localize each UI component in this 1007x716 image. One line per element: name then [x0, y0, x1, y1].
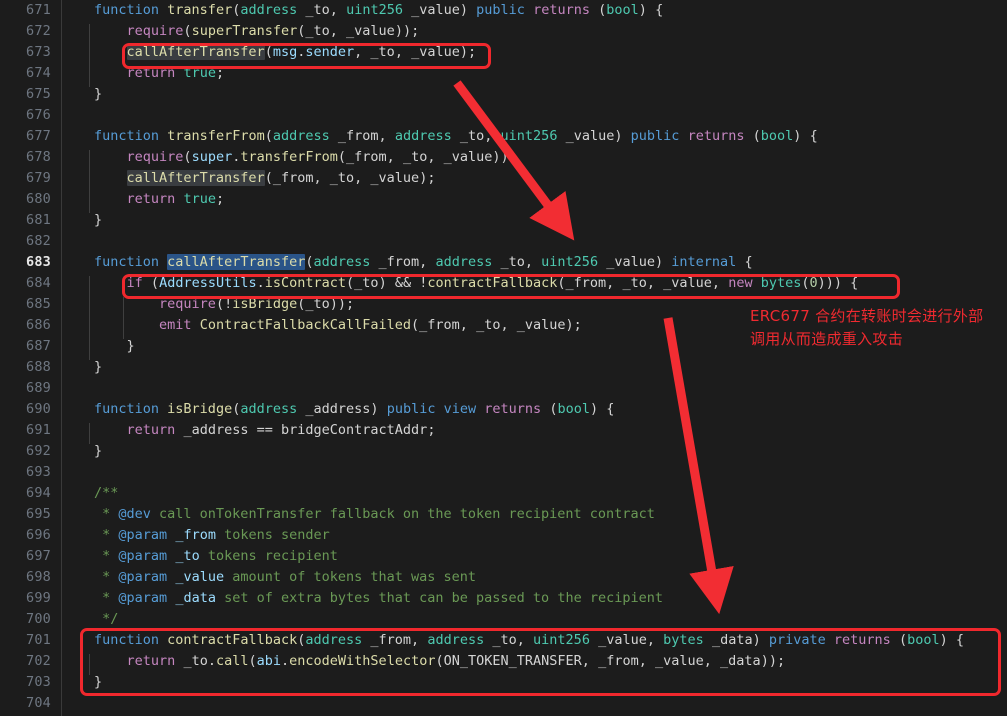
line-number-704: 704	[26, 695, 51, 711]
line-number-690: 690	[26, 401, 51, 417]
code-line-694[interactable]: /**	[94, 483, 118, 504]
indent-guide	[89, 24, 90, 87]
line-number-693: 693	[26, 464, 51, 480]
code-line-679[interactable]: callAfterTransfer(_from, _to, _value);	[94, 168, 435, 189]
line-number-682: 682	[26, 233, 51, 249]
line-number-674: 674	[26, 65, 51, 81]
line-number-701: 701	[26, 632, 51, 648]
line-number-688: 688	[26, 359, 51, 375]
line-number-675: 675	[26, 86, 51, 102]
indent-guide	[89, 150, 90, 213]
code-line-701[interactable]: function contractFallback(address _from,…	[94, 630, 964, 651]
code-line-687[interactable]: }	[94, 336, 135, 357]
code-line-690[interactable]: function isBridge(address _address) publ…	[94, 399, 614, 420]
code-line-685[interactable]: require(!isBridge(_to));	[94, 294, 354, 315]
code-line-700[interactable]: */	[94, 609, 118, 630]
line-number-702: 702	[26, 653, 51, 669]
code-line-703[interactable]: }	[94, 672, 102, 693]
line-number-678: 678	[26, 149, 51, 165]
code-line-684[interactable]: if (AddressUtils.isContract(_to) && !con…	[94, 273, 859, 294]
line-number-673: 673	[26, 44, 51, 60]
occurrence-highlight-call-after-transfer: callAfterTransfer	[126, 44, 265, 60]
line-number-691: 691	[26, 422, 51, 438]
line-number-679: 679	[26, 170, 51, 186]
code-line-696[interactable]: * @param _from tokens sender	[94, 525, 330, 546]
line-number-692: 692	[26, 443, 51, 459]
code-line-672[interactable]: require(superTransfer(_to, _value));	[94, 21, 420, 42]
code-line-671[interactable]: function transfer(address _to, uint256 _…	[94, 0, 663, 21]
line-number-703: 703	[26, 674, 51, 690]
code-line-686[interactable]: emit ContractFallbackCallFailed(_from, _…	[94, 315, 582, 336]
code-line-693[interactable]	[94, 462, 102, 483]
line-number-680: 680	[26, 191, 51, 207]
line-number-676: 676	[26, 107, 51, 123]
indent-guide	[89, 423, 90, 444]
line-number-697: 697	[26, 548, 51, 564]
code-line-704[interactable]	[94, 693, 102, 714]
code-content-area[interactable]: function transfer(address _to, uint256 _…	[63, 0, 1007, 716]
line-number-687: 687	[26, 338, 51, 354]
code-line-673[interactable]: callAfterTransfer(msg.sender, _to, _valu…	[94, 42, 476, 63]
line-number-686: 686	[26, 317, 51, 333]
code-line-688[interactable]: }	[94, 357, 102, 378]
line-number-683: 683	[26, 254, 51, 270]
line-number-694: 694	[26, 485, 51, 501]
line-number-671: 671	[26, 2, 51, 18]
code-line-674[interactable]: return true;	[94, 63, 225, 84]
code-line-695[interactable]: * @dev call onTokenTransfer fallback on …	[94, 504, 655, 525]
line-number-696: 696	[26, 527, 51, 543]
line-number-684: 684	[26, 275, 51, 291]
code-line-683[interactable]: function callAfterTransfer(address _from…	[94, 252, 753, 273]
code-line-691[interactable]: return _address == bridgeContractAddr;	[94, 420, 436, 441]
line-number-700: 700	[26, 611, 51, 627]
code-line-681[interactable]: }	[94, 210, 102, 231]
occurrence-highlight-call-after-transfer: callAfterTransfer	[126, 170, 265, 186]
code-line-676[interactable]	[94, 105, 102, 126]
code-line-689[interactable]	[94, 378, 102, 399]
code-line-680[interactable]: return true;	[94, 189, 225, 210]
line-number-698: 698	[26, 569, 51, 585]
line-number-677: 677	[26, 128, 51, 144]
code-line-677[interactable]: function transferFrom(address _from, add…	[94, 126, 818, 147]
code-line-678[interactable]: require(super.transferFrom(_from, _to, _…	[94, 147, 517, 168]
indent-guide	[89, 276, 90, 360]
code-editor[interactable]: 671 672 673 674 675 676 677 678 679 680 681 682 683 6…	[0, 0, 1007, 716]
code-line-692[interactable]: }	[94, 441, 102, 462]
line-number-685: 685	[26, 296, 51, 312]
line-number-681: 681	[26, 212, 51, 228]
line-number-699: 699	[26, 590, 51, 606]
line-number-672: 672	[26, 23, 51, 39]
code-line-698[interactable]: * @param _value amount of tokens that wa…	[94, 567, 476, 588]
code-line-697[interactable]: * @param _to tokens recipient	[94, 546, 338, 567]
line-number-gutter: 671 672 673 674 675 676 677 678 679 680 681 682 683 6…	[0, 0, 62, 716]
line-number-689: 689	[26, 380, 51, 396]
code-line-699[interactable]: * @param _data set of extra bytes that c…	[94, 588, 663, 609]
code-line-675[interactable]: }	[94, 84, 102, 105]
line-number-695: 695	[26, 506, 51, 522]
code-line-702[interactable]: return _to.call(abi.encodeWithSelector(O…	[94, 651, 786, 672]
code-line-682[interactable]	[94, 231, 102, 252]
selection-highlight-call-after-transfer: callAfterTransfer	[167, 254, 306, 270]
indent-guide	[89, 654, 90, 675]
